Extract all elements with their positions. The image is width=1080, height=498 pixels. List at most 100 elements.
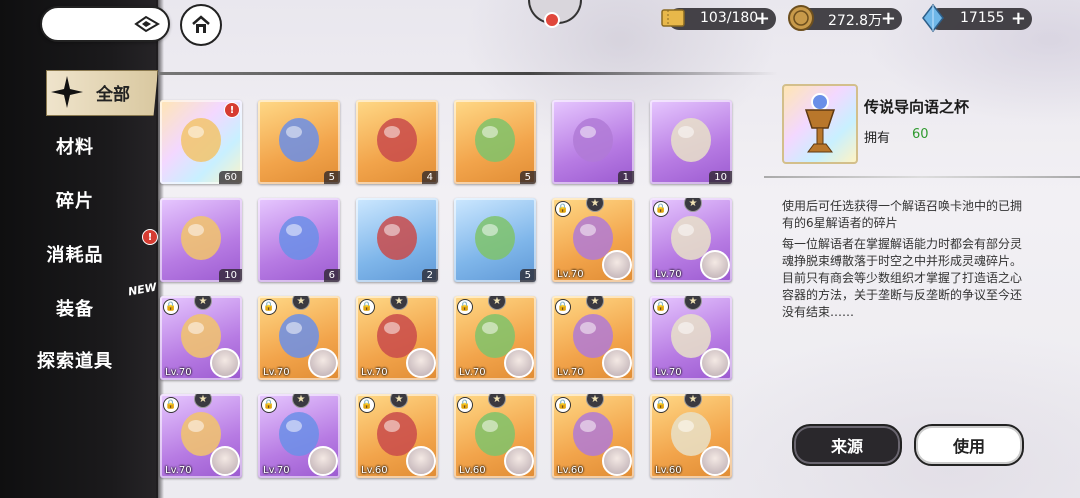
notification-dot xyxy=(544,12,560,28)
inventory-item[interactable]: 🔒 ★ Lv.70 xyxy=(650,296,732,380)
inventory-item[interactable]: 5 xyxy=(454,198,536,282)
inventory-item[interactable]: 🔒 ★ Lv.70 xyxy=(650,198,732,282)
crystals-add-button[interactable]: + xyxy=(1011,8,1026,29)
divider xyxy=(158,72,778,75)
item-count: 2 xyxy=(421,269,438,282)
lock-icon[interactable]: 🔒 xyxy=(163,299,179,315)
owned-count: 60 xyxy=(912,127,929,142)
coin-icon xyxy=(788,5,814,31)
lock-icon[interactable]: 🔒 xyxy=(359,397,375,413)
item-count: 5 xyxy=(519,269,536,282)
orb-item-icon xyxy=(475,118,515,162)
tab-equipment[interactable]: 装备 xyxy=(0,288,150,328)
lock-icon[interactable]: 🔒 xyxy=(555,201,571,217)
tab-consumables[interactable]: 消耗品 xyxy=(0,234,150,274)
avatar xyxy=(308,348,338,378)
search-icon[interactable] xyxy=(134,14,160,34)
inventory-item[interactable]: 5 xyxy=(454,100,536,184)
item-title: 传说导向语之杯 xyxy=(864,98,970,116)
item-level: Lv.60 xyxy=(459,465,486,476)
lock-icon[interactable]: 🔒 xyxy=(359,299,375,315)
item-level: Lv.70 xyxy=(165,367,192,378)
tickets-add-button[interactable]: + xyxy=(755,8,770,29)
inventory-item[interactable]: 🔒 ★ Lv.70 xyxy=(258,394,340,478)
inventory-item[interactable]: 🔒 ★ Lv.70 xyxy=(356,296,438,380)
inventory-item[interactable]: 🔒 ★ Lv.70 xyxy=(552,296,634,380)
avatar xyxy=(602,250,632,280)
backpack-item-icon xyxy=(181,216,221,260)
lock-icon[interactable]: 🔒 xyxy=(653,299,669,315)
inventory-item[interactable]: 1 xyxy=(552,100,634,184)
inventory-item[interactable]: 🔒 ★ Lv.70 xyxy=(160,394,242,478)
inventory-item[interactable]: 🔒 ★ Lv.60 xyxy=(650,394,732,478)
giftbag-item-icon xyxy=(377,118,417,162)
avatar xyxy=(700,250,730,280)
item-level: Lv.70 xyxy=(263,367,290,378)
item-level: Lv.70 xyxy=(263,465,290,476)
item-count: 60 xyxy=(219,171,242,184)
search-input[interactable] xyxy=(40,6,170,42)
home-button[interactable] xyxy=(180,4,222,46)
owned-label: 拥有 xyxy=(864,131,891,146)
inventory-item[interactable]: 6 xyxy=(258,198,340,282)
item-level: Lv.60 xyxy=(557,465,584,476)
item-level: Lv.70 xyxy=(655,367,682,378)
ticket-icon xyxy=(661,9,685,27)
tab-materials[interactable]: 材料 xyxy=(0,126,150,166)
avatar xyxy=(504,348,534,378)
tab-all-label: 全部 xyxy=(96,85,130,105)
lock-icon[interactable]: 🔒 xyxy=(555,397,571,413)
item-description: 使用后可任选获得一个解语召唤卡池中的已拥有的6星解语者的碎片 每一位解语者在掌握… xyxy=(782,198,1032,325)
inventory-item[interactable]: 5 xyxy=(258,100,340,184)
inventory-item[interactable]: 60! xyxy=(160,100,242,184)
tab-fragments[interactable]: 碎片 xyxy=(0,180,150,220)
inventory-item[interactable]: 🔒 ★ Lv.70 xyxy=(160,296,242,380)
item-level: Lv.70 xyxy=(557,367,584,378)
alert-badge: ! xyxy=(224,102,240,118)
bottle-item-icon xyxy=(279,118,319,162)
lock-icon[interactable]: 🔒 xyxy=(261,299,277,315)
inventory-item[interactable]: 4 xyxy=(356,100,438,184)
compass-star-icon xyxy=(51,76,83,108)
inventory-item[interactable]: 10 xyxy=(650,100,732,184)
lock-icon[interactable]: 🔒 xyxy=(261,397,277,413)
inventory-item[interactable]: 🔒 ★ Lv.70 xyxy=(552,198,634,282)
inventory-item[interactable]: 🔒 ★ Lv.60 xyxy=(356,394,438,478)
lock-icon[interactable]: 🔒 xyxy=(555,299,571,315)
coins-value: 272.8万 xyxy=(828,13,883,29)
tab-exploration-items[interactable]: 探索道具 xyxy=(0,340,150,380)
resource-coins: 272.8万 + xyxy=(788,5,902,31)
use-button[interactable]: 使用 xyxy=(914,424,1024,466)
inventory-item[interactable]: 🔒 ★ Lv.60 xyxy=(552,394,634,478)
avatar xyxy=(308,446,338,476)
item-level: Lv.70 xyxy=(361,367,388,378)
item-count: 6 xyxy=(323,269,340,282)
description-usage: 使用后可任选获得一个解语召唤卡池中的已拥有的6星解语者的碎片 xyxy=(782,199,1023,230)
lock-icon[interactable]: 🔒 xyxy=(653,397,669,413)
inventory-item[interactable]: 🔒 ★ Lv.70 xyxy=(454,296,536,380)
avatar xyxy=(210,348,240,378)
home-icon xyxy=(192,15,210,33)
grail-icon xyxy=(804,93,836,153)
inventory-item[interactable]: 2 xyxy=(356,198,438,282)
item-level: Lv.70 xyxy=(459,367,486,378)
avatar xyxy=(602,348,632,378)
detail-divider xyxy=(764,176,1080,178)
item-count: 5 xyxy=(519,171,536,184)
item-count: 10 xyxy=(709,171,732,184)
inventory-item[interactable]: 🔒 ★ Lv.70 xyxy=(258,296,340,380)
item-level: Lv.60 xyxy=(655,465,682,476)
source-button[interactable]: 来源 xyxy=(792,424,902,466)
item-count: 1 xyxy=(617,171,634,184)
giftbox-item-icon xyxy=(573,118,613,162)
description-lore: 每一位解语者在掌握解语能力时都会有部分灵魂挣脱束缚散落于时空之中并形成灵魂碎片。… xyxy=(782,237,1023,319)
lock-icon[interactable]: 🔒 xyxy=(457,299,473,315)
inventory-item[interactable]: 10 xyxy=(160,198,242,282)
lock-icon[interactable]: 🔒 xyxy=(457,397,473,413)
inventory-item[interactable]: 🔒 ★ Lv.60 xyxy=(454,394,536,478)
chest-item-icon xyxy=(279,216,319,260)
avatar xyxy=(700,446,730,476)
coins-add-button[interactable]: + xyxy=(881,8,896,29)
lock-icon[interactable]: 🔒 xyxy=(163,397,179,413)
lock-icon[interactable]: 🔒 xyxy=(653,201,669,217)
